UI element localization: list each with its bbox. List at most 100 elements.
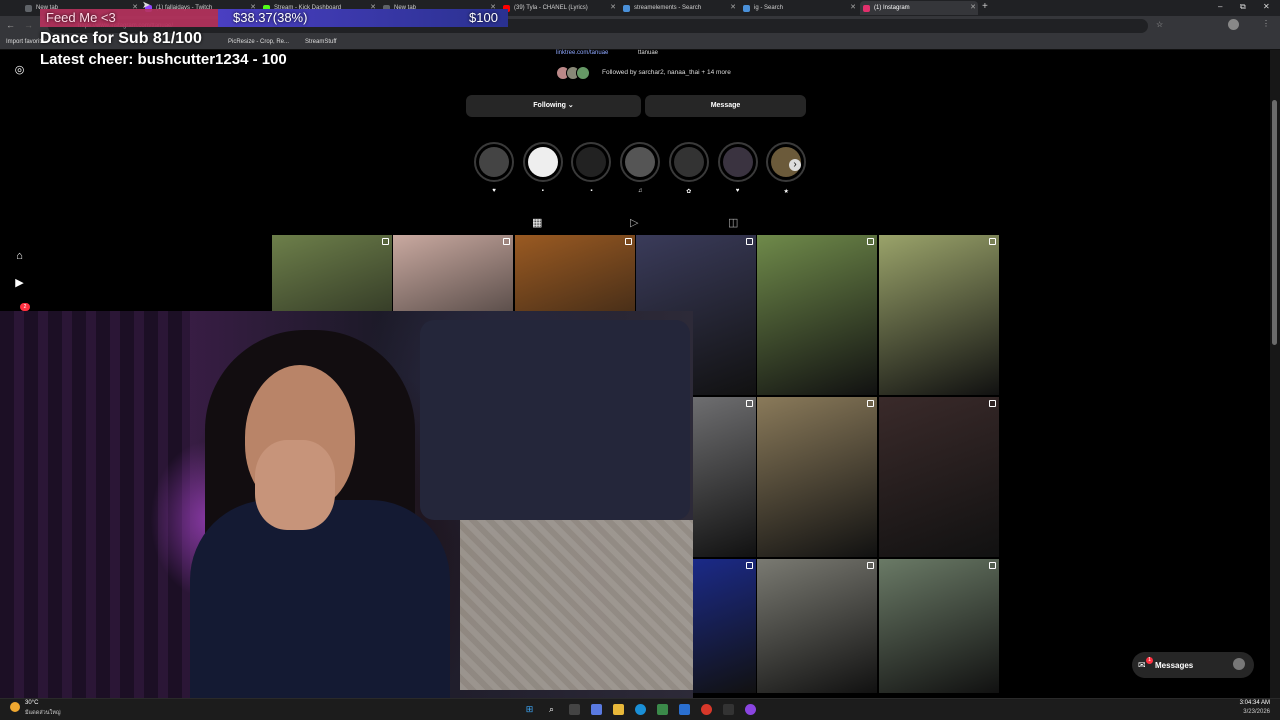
post-thumbnail[interactable] — [693, 397, 756, 557]
story-highlight[interactable] — [620, 142, 661, 182]
reels-icon[interactable]: ▶ — [13, 277, 26, 290]
messages-avatar — [1233, 658, 1245, 670]
twitch-studio-icon[interactable] — [745, 704, 756, 715]
reels-tab-icon[interactable]: ▷ — [630, 216, 638, 229]
taskbar-search-icon[interactable]: ⌕ — [546, 704, 557, 715]
tab-label: (39) Tyla - CHANEL (Lyrics) — [514, 5, 588, 11]
post-thumbnail[interactable] — [757, 559, 877, 693]
dance-for-sub-text: Dance for Sub 81/100 — [40, 30, 202, 47]
post-thumbnail[interactable] — [879, 235, 999, 395]
story-thumbnail — [673, 147, 704, 177]
tab-favicon-icon — [25, 5, 32, 12]
mouse-cursor-icon: ➤ — [142, 0, 151, 11]
weather-desc[interactable]: มีแดดส่วนใหญ่ — [25, 709, 61, 717]
bookmark-streamstuff[interactable]: StreamStuff — [305, 39, 337, 45]
tab-favicon-icon — [623, 5, 630, 12]
post-thumbnail[interactable] — [757, 235, 877, 395]
tab-close-icon[interactable]: ✕ — [850, 1, 856, 15]
tab-close-icon[interactable]: ✕ — [610, 1, 616, 15]
tab-label: streamelements - Search — [634, 5, 702, 11]
story-label: ♥ — [492, 188, 496, 194]
menu-dots-icon[interactable]: ⋮ — [1262, 19, 1270, 28]
multi-post-icon — [625, 238, 632, 245]
profile-avatar-icon[interactable] — [1228, 19, 1239, 30]
story-thumbnail — [479, 147, 509, 177]
app-icon-green[interactable] — [657, 704, 668, 715]
browser-tab[interactable]: ig - Search ✕ — [740, 1, 858, 15]
multi-post-icon — [989, 238, 996, 245]
story-thumbnail — [722, 147, 753, 177]
story-highlight[interactable] — [522, 142, 563, 182]
story-label: ✿ — [686, 189, 692, 195]
clock-date[interactable]: 3/23/2026 — [1230, 709, 1270, 715]
chrome-icon[interactable] — [701, 704, 712, 715]
browser-tab[interactable]: (39) Tyla - CHANEL (Lyrics) ✕ — [500, 1, 618, 15]
multi-post-icon — [746, 562, 753, 569]
multi-post-icon — [503, 238, 510, 245]
story-highlight[interactable] — [717, 142, 758, 182]
goal-target: $100 — [469, 10, 498, 25]
tab-favicon-icon — [743, 5, 750, 12]
browser-tab[interactable]: streamelements - Search ✕ — [620, 1, 738, 15]
back-arrow-icon[interactable]: ← — [6, 20, 15, 30]
tab-close-icon[interactable]: ✕ — [730, 1, 736, 15]
new-tab-button[interactable]: + — [982, 1, 988, 12]
star-icon[interactable]: ☆ — [1156, 20, 1163, 29]
home-icon[interactable]: ⌂ — [13, 250, 26, 263]
steam-icon[interactable] — [723, 704, 734, 715]
multi-post-icon — [989, 562, 996, 569]
goal-amount: $38.37(38%) — [233, 10, 308, 25]
webcam-couch — [420, 320, 690, 520]
threads-handle[interactable]: ttanuae — [638, 50, 658, 56]
file-explorer-icon[interactable] — [613, 704, 624, 715]
multi-post-icon — [867, 562, 874, 569]
messages-badge: 1 — [1146, 657, 1153, 664]
post-thumbnail[interactable] — [879, 397, 999, 557]
story-highlight[interactable] — [474, 142, 514, 182]
notification-badge: 2 — [20, 303, 30, 311]
clock-time[interactable]: 3:04:34 AM — [1230, 700, 1270, 706]
post-thumbnail[interactable] — [879, 559, 999, 693]
minimize-icon[interactable]: – — [1218, 2, 1222, 11]
weather-sun-icon[interactable] — [10, 702, 20, 712]
task-view-icon[interactable] — [569, 704, 580, 715]
messenger-icon: ✉ — [1138, 660, 1146, 670]
tagged-tab-icon[interactable]: ◫ — [728, 216, 738, 229]
multi-post-icon — [867, 400, 874, 407]
multi-post-icon — [867, 238, 874, 245]
multi-post-icon — [746, 400, 753, 407]
story-thumbnail — [625, 147, 656, 177]
story-thumbnail — [576, 147, 607, 177]
streamer-body — [190, 500, 450, 698]
scrollbar-thumb[interactable] — [1272, 100, 1277, 345]
story-label: ▪ — [590, 188, 593, 194]
stories-next-icon[interactable]: › — [789, 159, 801, 171]
forward-arrow-icon[interactable]: → — [24, 20, 33, 30]
windows-start-icon[interactable]: ⊞ — [524, 704, 535, 715]
bookmark-picresize[interactable]: PicResize - Crop, Re... — [228, 39, 289, 45]
followed-by-text[interactable]: Followed by sarchar2, nanaa_thai + 14 mo… — [602, 69, 731, 76]
tab-close-icon[interactable]: ✕ — [970, 1, 976, 15]
restore-icon[interactable]: ⧉ — [1240, 2, 1246, 12]
followed-by-avatars — [556, 66, 600, 80]
webcam-rug — [460, 520, 693, 690]
edge-icon[interactable] — [635, 704, 646, 715]
weather-temp[interactable]: 30°C — [25, 700, 38, 706]
story-label: ♥ — [735, 188, 740, 194]
instagram-logo-icon[interactable]: ◎ — [13, 64, 26, 77]
copilot-icon[interactable] — [591, 704, 602, 715]
profile-link[interactable]: linktree.com/tanuae — [556, 50, 608, 56]
post-thumbnail[interactable] — [757, 397, 877, 557]
following-button[interactable]: Following ⌄ — [466, 95, 641, 117]
story-thumbnail — [527, 147, 558, 177]
post-thumbnail[interactable] — [693, 559, 756, 693]
close-window-icon[interactable]: ✕ — [1263, 2, 1270, 11]
mail-icon[interactable] — [679, 704, 690, 715]
story-highlight[interactable] — [668, 142, 709, 182]
browser-tab[interactable]: (1) Instagram ✕ — [860, 1, 978, 15]
tab-favicon-icon — [863, 5, 870, 12]
posts-grid-tab-icon[interactable]: ▦ — [532, 216, 542, 229]
story-label: ▪ — [541, 188, 544, 194]
message-button[interactable]: Message — [645, 95, 806, 117]
multi-post-icon — [382, 238, 389, 245]
